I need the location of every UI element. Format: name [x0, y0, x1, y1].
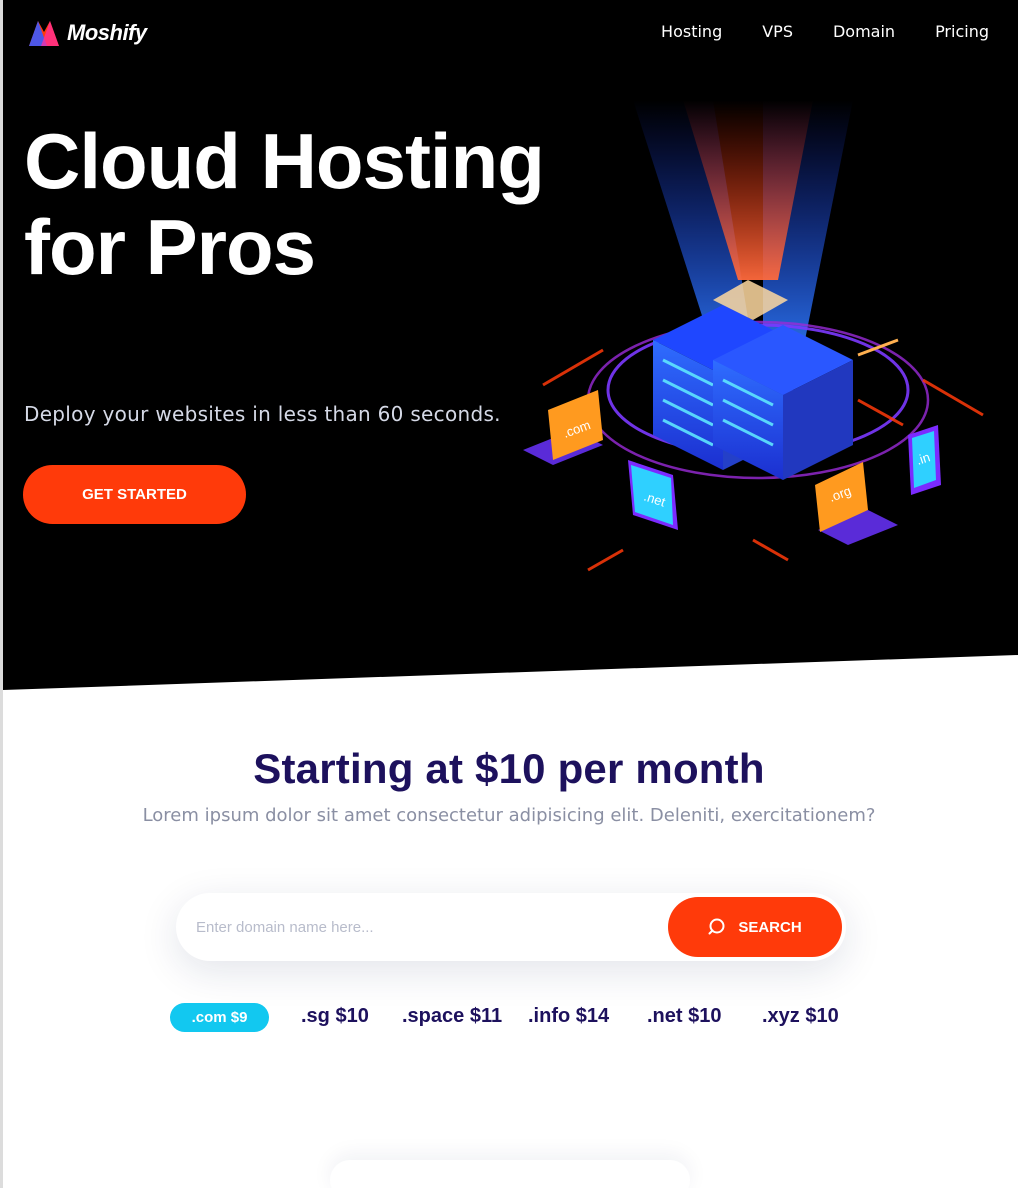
laptop-org: .org — [815, 462, 898, 545]
search-icon — [708, 918, 725, 935]
tld-xyz[interactable]: .xyz $10 — [762, 1000, 839, 1032]
window-edge — [0, 0, 3, 1188]
moshify-logo-icon — [29, 21, 59, 46]
search-button-label: SEARCH — [738, 918, 802, 936]
tablet-net: .net — [628, 460, 678, 530]
tld-info[interactable]: .info $14 — [528, 1000, 609, 1032]
tld-price-list: .com $9 .sg $10 .space $11 .info $14 .ne… — [170, 1000, 860, 1034]
tld-space[interactable]: .space $11 — [402, 1000, 502, 1032]
get-started-button[interactable]: GET STARTED — [23, 465, 246, 524]
domain-search-input[interactable] — [196, 912, 656, 942]
hero-title: Cloud Hosting for Pros — [24, 117, 545, 291]
laptop-com: .com — [523, 390, 603, 465]
pricing-heading: Starting at $10 per month — [253, 745, 765, 792]
tld-net[interactable]: .net $10 — [647, 1000, 721, 1032]
brand-logo[interactable]: Moshify — [27, 18, 147, 48]
tld-sg[interactable]: .sg $10 — [301, 1000, 369, 1032]
tld-com[interactable]: .com $9 — [170, 1003, 269, 1032]
search-button[interactable]: SEARCH — [668, 897, 842, 957]
hero-subtitle: Deploy your websites in less than 60 sec… — [24, 402, 501, 426]
domain-search-bar: SEARCH — [176, 893, 846, 961]
pricing-description: Lorem ipsum dolor sit amet consectetur a… — [142, 805, 876, 826]
phone-in: .in — [908, 425, 941, 495]
main-nav: Hosting VPS Domain Pricing — [661, 22, 989, 41]
nav-item-vps[interactable]: VPS — [762, 22, 793, 41]
nav-item-hosting[interactable]: Hosting — [661, 22, 722, 41]
server-illustration: .com .net .org .in — [523, 100, 984, 572]
hero-section: Moshify Hosting VPS Domain Pricing Cloud… — [3, 0, 1018, 690]
nav-item-pricing[interactable]: Pricing — [935, 22, 989, 41]
brand-name: Moshify — [67, 20, 147, 45]
nav-item-domain[interactable]: Domain — [833, 22, 895, 41]
next-section-card — [330, 1160, 690, 1188]
pricing-section: Starting at $10 per month Lorem ipsum do… — [0, 745, 1018, 826]
